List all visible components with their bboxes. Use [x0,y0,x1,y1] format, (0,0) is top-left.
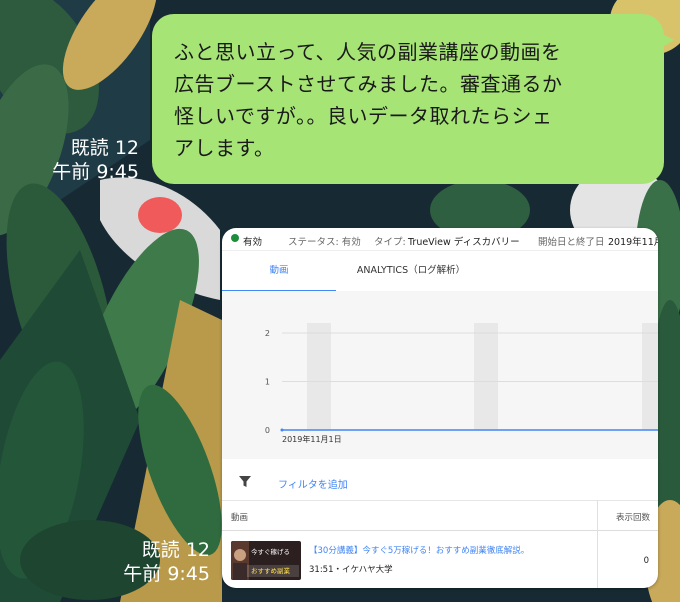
series-point [280,428,284,432]
tab-analytics[interactable]: ANALYTICS（ログ解析） [336,251,486,291]
video-title-link[interactable]: 【30分講義】今すぐ5万稼げる！おすすめ副業徹底解説。 [309,544,529,556]
type-value: TrueView ディスカバリー [408,237,520,248]
y-tick-label: 0 [265,426,270,435]
message-line: 広告ブーストさせてみました。審査通るか [174,72,563,96]
y-tick-label: 2 [265,329,270,338]
views-chart: 0 1 2 2019年11月1日 [222,291,658,459]
table-header: 動画 表示回数 [222,500,658,531]
read-receipt: 既読 12 [141,539,210,561]
campaign-status-row: 有効 ステータス: 有効 タイプ: TrueView ディスカバリー 開始日と終… [222,228,658,250]
weekend-band [307,323,331,430]
chart-svg: 0 1 2 2019年11月1日 [265,323,658,444]
thumb-text: おすすめ副業 [251,566,291,575]
filter-icon[interactable] [239,476,251,488]
dates-label: 開始日と終了日 [538,237,605,248]
message-line: 怪しいですが。。良いデータ取れたらシェ [174,104,553,128]
message-time: 午前 9:45 [123,563,210,585]
video-duration-channel: 31:51・イケハヤ大学 [309,565,393,575]
tab-bar: 動画 ANALYTICS（ログ解析） [222,250,658,292]
message-meta: 既読 12 午前 9:45 [123,538,210,586]
message-line: ふと思い立って、人気の副業講座の動画を [174,40,562,64]
active-status-dot [231,234,239,242]
y-tick-label: 1 [265,378,270,387]
status-label: ステータス: 有効 [288,237,361,248]
weekend-band [642,323,658,430]
campaign-state: 有効 [243,237,263,248]
read-receipt: 既読 12 [70,137,139,159]
message-meta: 既読 12 午前 9:45 [52,136,139,184]
video-thumbnail[interactable]: 今すぐ稼げる おすすめ副業 [231,541,301,580]
chat-message-bubble[interactable]: ふと思い立って、人気の副業講座の動画を 広告ブーストさせてみました。審査通るか … [152,14,674,184]
table-row[interactable]: 今すぐ稼げる おすすめ副業 【30分講義】今すぐ5万稼げる！おすすめ副業徹底解説… [222,531,658,588]
video-view-count: 0 [643,556,649,566]
column-header-views[interactable]: 表示回数 [616,511,650,523]
x-tick-label: 2019年11月1日 [282,434,342,444]
add-filter-link[interactable]: フィルタを追加 [278,476,348,491]
message-time: 午前 9:45 [52,161,139,183]
type-label: タイプ: [374,237,406,248]
weekend-band [474,323,498,430]
image-message[interactable]: 有効 ステータス: 有効 タイプ: TrueView ディスカバリー 開始日と終… [222,228,658,588]
dates-value: 2019年11月 [608,237,658,248]
column-header-video: 動画 [231,513,249,523]
bubble-tail [658,32,674,50]
tab-videos[interactable]: 動画 [222,251,336,291]
thumb-text: 今すぐ稼げる [251,547,290,556]
filter-bar[interactable]: フィルタを追加 [222,464,658,501]
message-line: アします。 [174,136,275,160]
